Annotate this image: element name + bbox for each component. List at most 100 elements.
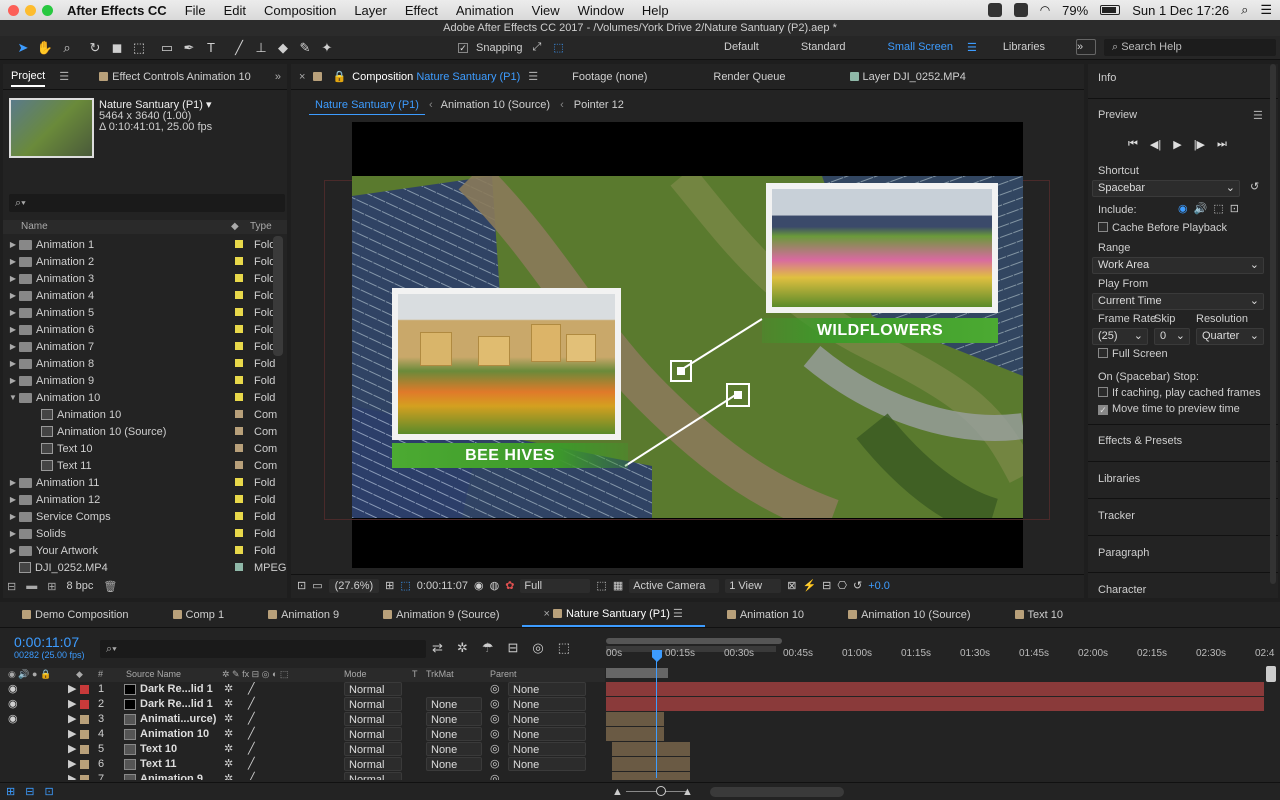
view-layout-dropdown[interactable]: 1 View	[725, 578, 782, 593]
blend-mode-dropdown[interactable]: Normal	[344, 757, 402, 771]
tracker-panel[interactable]: Tracker	[1098, 510, 1135, 522]
snapshot-icon[interactable]: ◉	[474, 579, 484, 592]
project-file-row[interactable]: DJI_0252.MP4 MPEG	[7, 559, 286, 576]
label-col-icon[interactable]: ◆	[231, 221, 239, 232]
project-search-input[interactable]: ⌕▾	[9, 194, 285, 212]
puppet-pin-tool-icon[interactable]: ✦	[316, 38, 338, 58]
grid-toggle-icon[interactable]: ⊞	[385, 579, 394, 592]
paragraph-panel[interactable]: Paragraph	[1098, 547, 1149, 559]
project-folder-row[interactable]: ▶ Animation 3 Fold	[7, 270, 279, 287]
track-matte-dropdown[interactable]: None	[426, 697, 482, 711]
current-time-indicator[interactable]	[656, 658, 657, 778]
label-color-chip[interactable]	[80, 685, 89, 694]
visibility-eye-icon[interactable]: ◉	[8, 712, 18, 727]
layer-duration-bar[interactable]	[612, 772, 690, 780]
menu-effect[interactable]: Effect	[396, 3, 447, 18]
monitor-icon[interactable]: ▭	[312, 579, 322, 592]
snap-edges-icon[interactable]: ⤢	[533, 41, 542, 54]
quality-switch-icon[interactable]: ╱	[248, 742, 255, 757]
collapse-switch-icon[interactable]: ✲	[224, 742, 233, 757]
interpret-footage-icon[interactable]: ⊟	[7, 580, 16, 593]
menu-edit[interactable]: Edit	[215, 3, 255, 18]
play-icon[interactable]: ▶	[1173, 138, 1181, 151]
current-time-display[interactable]: 0:00:11:07	[417, 580, 468, 592]
character-panel[interactable]: Character	[1098, 584, 1146, 596]
collapse-switch-icon[interactable]: ✲	[224, 757, 233, 772]
label-color-chip[interactable]	[235, 427, 243, 435]
workspace-standard[interactable]: Standard	[787, 41, 860, 54]
col-source-name[interactable]: Source Name	[126, 669, 181, 679]
parent-dropdown[interactable]: None	[508, 757, 586, 771]
label-color-chip[interactable]	[235, 291, 243, 299]
col-name[interactable]: Name	[21, 221, 48, 232]
parent-pickwhip-icon[interactable]: ◎	[490, 727, 500, 742]
label-color-chip[interactable]	[235, 546, 243, 554]
rotate-tool-icon[interactable]: ↻	[84, 38, 106, 58]
collapse-switch-icon[interactable]: ✲	[224, 712, 233, 727]
panel-overflow-icon[interactable]: »	[275, 71, 281, 83]
parent-pickwhip-icon[interactable]: ◎	[490, 742, 500, 757]
label-color-chip[interactable]	[235, 376, 243, 384]
project-folder-row[interactable]: ▶ Solids Fold	[7, 525, 279, 542]
checkbox[interactable]	[1098, 348, 1108, 358]
layer-row[interactable]: ▶ 7 Animation 9 ✲ ╱ Normal ◎	[0, 772, 605, 780]
label-color-chip[interactable]	[80, 745, 89, 754]
type-tool-icon[interactable]: T	[200, 38, 222, 58]
previous-frame-icon[interactable]: ◀|	[1150, 138, 1161, 151]
label-color-chip[interactable]	[80, 730, 89, 739]
disclosure-triangle-icon[interactable]: ▶	[7, 240, 19, 249]
tab-composition[interactable]: Composition Nature Santuary (P1)	[352, 66, 520, 88]
project-folder-row[interactable]: ▶ Animation 7 Fold	[7, 338, 279, 355]
timeline-horizontal-scrollbar[interactable]	[710, 787, 844, 797]
panel-menu-icon[interactable]: ☰	[670, 608, 683, 620]
menu-help[interactable]: Help	[633, 3, 678, 18]
cache-before-playback[interactable]: Cache Before Playback	[1098, 222, 1227, 234]
disclosure-triangle-icon[interactable]: ▶	[68, 712, 76, 727]
layer-name[interactable]: Animation 10	[140, 727, 209, 742]
timeline-tab[interactable]: Text 10	[993, 609, 1085, 621]
disclosure-triangle-icon[interactable]: ▶	[7, 342, 19, 351]
menu-file[interactable]: File	[176, 3, 215, 18]
transfer-controls-toggle-icon[interactable]: ⊟	[25, 785, 34, 798]
zoom-tool-icon[interactable]: ⌕	[56, 38, 78, 58]
include-video-icon[interactable]: ◉	[1178, 202, 1188, 215]
blend-mode-dropdown[interactable]: Normal	[344, 697, 402, 711]
disclosure-triangle-icon[interactable]: ▶	[7, 512, 19, 521]
if-caching-option[interactable]: If caching, play cached frames	[1098, 387, 1261, 399]
project-folder-row[interactable]: ▶ Animation 12 Fold	[7, 491, 279, 508]
track-matte-dropdown[interactable]: None	[426, 757, 482, 771]
timeline-search-input[interactable]: ⌕▾	[100, 640, 426, 658]
reset-icon[interactable]: ↺	[1250, 180, 1259, 193]
close-tab-icon[interactable]: ×	[544, 608, 553, 620]
label-color-chip[interactable]	[80, 760, 89, 769]
parent-pickwhip-icon[interactable]: ◎	[490, 712, 500, 727]
quality-switch-icon[interactable]: ╱	[248, 712, 255, 727]
parent-pickwhip-icon[interactable]: ◎	[490, 682, 500, 697]
project-folder-row[interactable]: ▶ Animation 8 Fold	[7, 355, 279, 372]
disclosure-triangle-icon[interactable]: ▶	[68, 772, 76, 780]
frame-blending-icon[interactable]: ⊟	[507, 640, 518, 656]
wifi-icon[interactable]: ◠	[1040, 3, 1050, 17]
visibility-eye-icon[interactable]: ◉	[8, 697, 18, 712]
sync-settings-icon[interactable]	[1076, 39, 1096, 55]
motion-blur-icon[interactable]: ◎	[532, 640, 543, 656]
delete-icon[interactable]: 🗑	[103, 580, 117, 593]
pointer-target-2[interactable]	[726, 383, 750, 407]
col-parent[interactable]: Parent	[490, 669, 517, 679]
search-help-field[interactable]: ⌕ Search Help	[1104, 39, 1276, 56]
collapse-switch-icon[interactable]: ✲	[224, 772, 233, 780]
panel-menu-icon[interactable]: ☰	[1253, 109, 1263, 122]
timeline-tab[interactable]: Animation 10 (Source)	[826, 609, 992, 621]
toggle-pixel-aspect-icon[interactable]: ⊠	[787, 579, 796, 592]
disclosure-triangle-icon[interactable]: ▶	[7, 495, 19, 504]
last-frame-icon[interactable]: ⏭	[1217, 138, 1227, 151]
project-comp-row[interactable]: Text 11 Com	[7, 457, 279, 474]
include-layer-controls-icon[interactable]: ⊡	[1230, 202, 1239, 215]
transparency-grid-icon[interactable]: ▦	[613, 579, 623, 592]
layer-name[interactable]: Dark Re...lid 1	[140, 697, 213, 712]
pointer-target-1[interactable]	[670, 360, 692, 382]
project-folder-row[interactable]: ▶ Animation 6 Fold	[7, 321, 279, 338]
new-folder-icon[interactable]: ▬	[26, 580, 37, 592]
layer-row[interactable]: ◉ ▶ 2 Dark Re...lid 1 ✲ ╱ Normal None ◎ None	[0, 697, 605, 712]
camera-tool-icon[interactable]: ◼	[106, 38, 128, 58]
